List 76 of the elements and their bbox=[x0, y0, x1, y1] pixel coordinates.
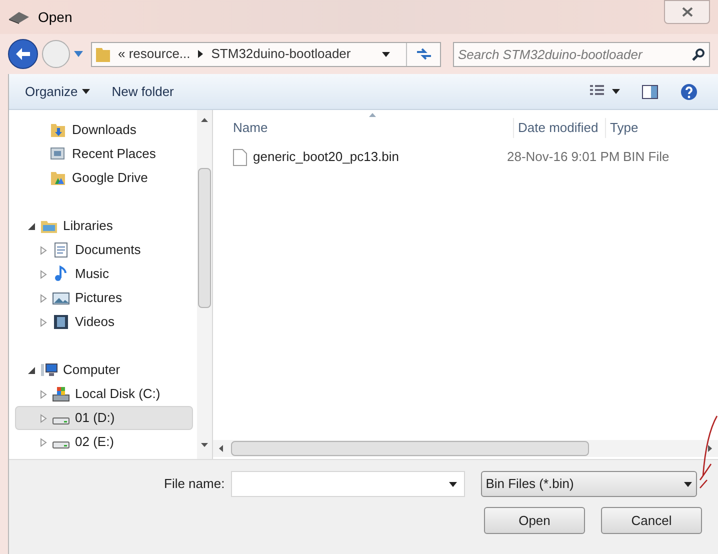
folder-icon bbox=[96, 46, 110, 62]
file-name-cell[interactable]: generic_boot20_pc13.bin bbox=[253, 147, 507, 167]
collapsed-arrow-icon[interactable] bbox=[40, 270, 47, 278]
file-type-dropdown[interactable]: Bin Files (*.bin) bbox=[480, 471, 697, 497]
scrollbar-thumb[interactable] bbox=[231, 441, 589, 456]
dialog-button[interactable]: Cancel bbox=[601, 507, 702, 534]
scroll-up-icon[interactable] bbox=[201, 118, 208, 122]
file-name-label: File name: bbox=[164, 475, 225, 494]
close-button[interactable] bbox=[664, 0, 710, 24]
expanded-arrow-icon[interactable] bbox=[28, 366, 35, 374]
address-dropdown-icon bbox=[382, 52, 390, 56]
caret-icon bbox=[684, 482, 692, 486]
navigation-item[interactable]: Music bbox=[15, 262, 193, 286]
sort-arrow-icon bbox=[369, 113, 376, 117]
file-name-field[interactable] bbox=[230, 471, 465, 497]
scroll-right-icon[interactable] bbox=[708, 445, 712, 452]
navigation-item[interactable]: 02 (E:) bbox=[15, 430, 193, 454]
collapsed-arrow-icon[interactable] bbox=[40, 414, 47, 422]
navigation-item[interactable]: Computer bbox=[15, 358, 193, 382]
dialog-button[interactable]: Open bbox=[484, 507, 585, 534]
navigation-item[interactable]: Recent Places bbox=[15, 142, 193, 166]
column-header[interactable]: Type bbox=[605, 118, 638, 138]
breadcrumb-separator-icon[interactable] bbox=[198, 50, 204, 58]
system-disk-icon bbox=[52, 385, 70, 403]
navigation-item[interactable]: Pictures bbox=[15, 286, 193, 310]
column-header[interactable]: Name bbox=[233, 118, 513, 138]
search-field[interactable]: Search STM32duino-bootloader bbox=[453, 42, 710, 66]
drive-folder-icon bbox=[49, 169, 67, 187]
expanded-arrow-icon[interactable] bbox=[28, 222, 35, 230]
document-icon bbox=[52, 241, 70, 259]
back-arrow-icon bbox=[15, 48, 31, 60]
search-icon bbox=[692, 48, 705, 60]
type-cell-text: BIN File bbox=[623, 148, 670, 166]
file-icon bbox=[233, 148, 247, 166]
preview-pane-icon[interactable] bbox=[642, 84, 658, 98]
collapsed-arrow-icon[interactable] bbox=[40, 318, 47, 326]
breadcrumb[interactable]: « resource... bbox=[118, 44, 190, 64]
navigation-item[interactable]: Local Disk (C:) bbox=[15, 382, 193, 406]
breadcrumb[interactable]: STM32duino-bootloader bbox=[211, 44, 351, 64]
caret-icon bbox=[82, 89, 90, 94]
close-icon bbox=[682, 7, 692, 17]
column-header[interactable]: Date modified bbox=[513, 118, 605, 138]
back-button[interactable] bbox=[8, 39, 38, 69]
scrollbar-thumb[interactable] bbox=[198, 168, 211, 308]
computer-icon bbox=[40, 361, 58, 379]
caret-icon bbox=[448, 482, 457, 487]
history-dropdown-icon[interactable] bbox=[74, 51, 83, 57]
toolbar-button[interactable]: New folder bbox=[112, 82, 174, 102]
download-folder-icon bbox=[49, 121, 67, 139]
navigation-item[interactable]: Google Drive bbox=[15, 166, 193, 190]
window-icon bbox=[8, 10, 30, 24]
help-icon[interactable] bbox=[680, 82, 698, 100]
scroll-left-icon[interactable] bbox=[219, 445, 223, 452]
scroll-down-icon[interactable] bbox=[201, 443, 208, 447]
navigation-item[interactable]: Libraries bbox=[15, 214, 193, 238]
caret-icon bbox=[612, 89, 620, 94]
view-options-button[interactable] bbox=[590, 85, 620, 98]
navigation-item[interactable]: 01 (D:) bbox=[15, 406, 193, 430]
navigation-item[interactable]: Documents bbox=[15, 238, 193, 262]
collapsed-arrow-icon[interactable] bbox=[40, 246, 47, 254]
list-view-icon bbox=[590, 85, 604, 98]
date-cell-text: 28-Nov-16 9:01 PM bbox=[507, 148, 621, 166]
disk-drive-icon bbox=[52, 441, 70, 449]
vertical-scrollbar[interactable] bbox=[197, 110, 212, 459]
window-title: Open bbox=[38, 8, 72, 27]
address-bar[interactable]: « resource... STM32duino-bootloader bbox=[91, 42, 441, 66]
navigation-item[interactable]: Downloads bbox=[15, 118, 193, 142]
collapsed-arrow-icon[interactable] bbox=[40, 438, 47, 446]
collapsed-arrow-icon[interactable] bbox=[40, 294, 47, 302]
collapsed-arrow-icon[interactable] bbox=[40, 390, 47, 398]
horizontal-scrollbar[interactable] bbox=[213, 440, 718, 457]
refresh-icon[interactable] bbox=[416, 48, 432, 60]
disk-drive-icon bbox=[52, 417, 70, 425]
film-icon bbox=[52, 313, 70, 331]
toolbar-button[interactable]: Organize bbox=[25, 82, 90, 102]
navigation-item[interactable]: Videos bbox=[15, 310, 193, 334]
